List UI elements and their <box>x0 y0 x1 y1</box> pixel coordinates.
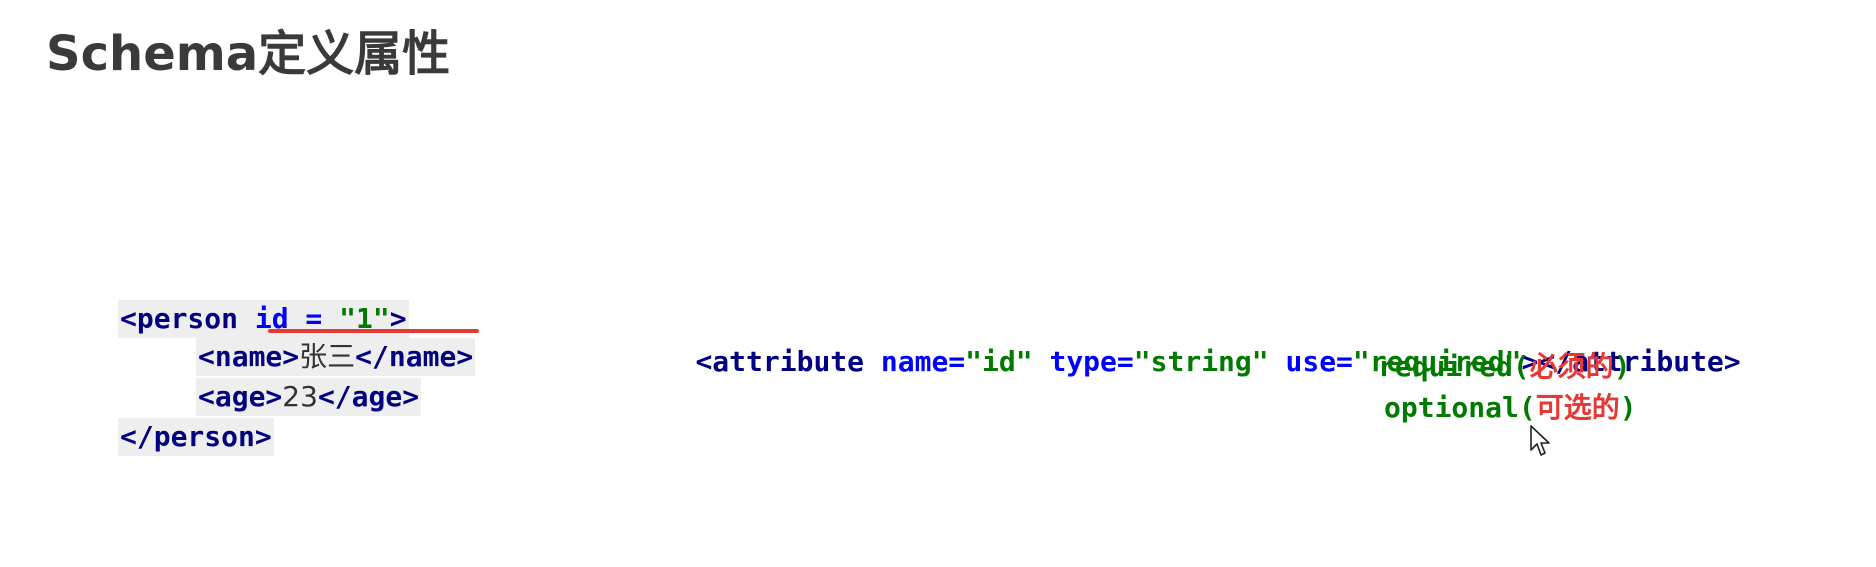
use-option-required: required(必须的) <box>1378 349 1631 385</box>
name-open-tag: <name> <box>198 340 300 373</box>
xml-line-name: <name> 张三 </name> <box>196 338 476 376</box>
name-attr: name= <box>880 345 966 378</box>
person-open-tag: <person <box>120 302 255 335</box>
name-close-tag: </name> <box>355 340 474 373</box>
option-value: required <box>1378 350 1513 383</box>
xml-line-age: <age> 23 </age> <box>196 378 422 416</box>
age-text: 23 <box>282 380 318 413</box>
option-open-paren: ( <box>1518 391 1536 424</box>
person-close-tag: </person> <box>120 420 272 453</box>
xml-example: <person id = "1" > <name> 张三 </name> <age> 2… <box>118 300 476 516</box>
use-option-optional: optional(可选的) <box>1384 390 1637 426</box>
id-attribute-underline <box>268 329 479 333</box>
mouse-pointer-icon <box>1530 425 1550 456</box>
option-note: 必须的 <box>1529 350 1614 383</box>
type-attr-value: "string" <box>1133 345 1269 378</box>
age-close-tag: </age> <box>317 380 420 413</box>
option-close-paren: ) <box>1613 350 1631 383</box>
slide: Schema定义属性 <person id = "1" > <name> 张三 </n… <box>0 0 1876 567</box>
type-attr: type= <box>1032 345 1134 378</box>
use-attr: use= <box>1268 345 1353 378</box>
option-open-paren: ( <box>1512 350 1530 383</box>
option-note: 可选的 <box>1535 391 1620 424</box>
name-attr-value: "id" <box>965 345 1033 378</box>
option-value: optional <box>1384 391 1519 424</box>
page-title: Schema定义属性 <box>46 26 451 82</box>
attribute-open-tag: <attribute <box>695 345 881 378</box>
xml-line-person-close: </person> <box>118 418 274 456</box>
age-open-tag: <age> <box>198 380 283 413</box>
name-text: 张三 <box>299 340 356 373</box>
option-close-paren: ) <box>1619 391 1637 424</box>
